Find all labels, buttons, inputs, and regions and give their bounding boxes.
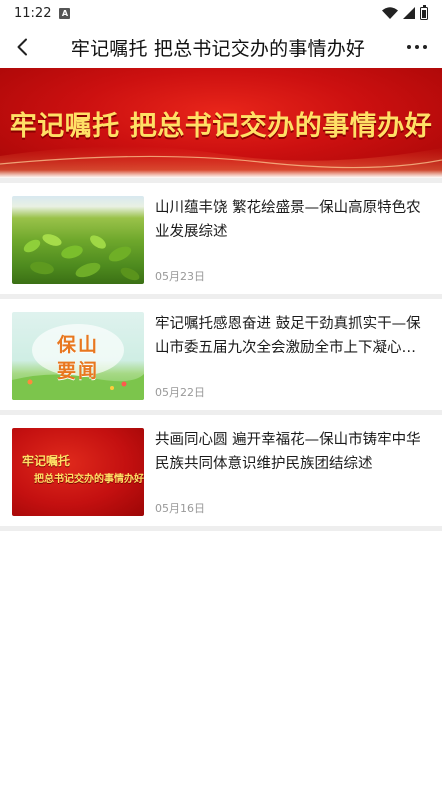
back-button[interactable] (10, 31, 34, 63)
article-thumbnail (12, 196, 144, 284)
more-button[interactable] (402, 31, 432, 63)
thumb-label-line1: 牢记嘱托 (22, 454, 71, 468)
notification-icon: A (59, 7, 71, 19)
article-date: 05月22日 (155, 386, 205, 399)
chevron-left-icon (17, 38, 27, 56)
article-title: 山川蕴丰饶 繁花绘盛景—保山高原特色农业发展综述 (155, 200, 421, 240)
article-thumbnail: 牢记嘱托 把总书记交办的事情办好 (12, 428, 144, 516)
article-date: 05月16日 (155, 502, 205, 515)
battery-icon (420, 4, 428, 20)
article-text: 山川蕴丰饶 繁花绘盛景—保山高原特色农业发展综述 05月23日 (155, 196, 430, 284)
tea-field-image (23, 234, 140, 281)
wifi-icon (382, 7, 398, 19)
list-item[interactable]: 保山 要闻 牢记嘱托感恩奋进 鼓足干劲真抓实干—保山市委五届九次全会激励全市上下… (0, 299, 442, 415)
thumb-label-line1: 保山 (56, 334, 99, 356)
page-title: 牢记嘱托 把总书记交办的事情办好 (70, 37, 366, 60)
status-right (382, 4, 428, 20)
more-dot (423, 45, 427, 49)
banner-title: 牢记嘱托 把总书记交办的事情办好 (9, 111, 433, 142)
status-bar: 11:22 A (0, 0, 442, 26)
nav-bar: 牢记嘱托 把总书记交办的事情办好 (0, 26, 442, 68)
header-banner: 牢记嘱托 把总书记交办的事情办好 (0, 68, 442, 178)
signal-icon (403, 7, 415, 19)
article-text: 牢记嘱托感恩奋进 鼓足干劲真抓实干—保山市委五届九次全会激励全市上下凝心聚力 0… (155, 312, 430, 400)
banner-fade (0, 170, 442, 178)
list-item[interactable]: 牢记嘱托 把总书记交办的事情办好 共画同心圆 遍开幸福花—保山市铸牢中华民族共同… (0, 415, 442, 531)
article-date: 05月23日 (155, 270, 205, 283)
article-title: 共画同心圆 遍开幸福花—保山市铸牢中华民族共同体意识维护民族团结综述 (155, 432, 421, 472)
status-time: 11:22 (14, 5, 52, 21)
more-dot (415, 45, 419, 49)
thumb-label-line2: 把总书记交办的事情办好 (34, 474, 144, 485)
article-list: 山川蕴丰饶 繁花绘盛景—保山高原特色农业发展综述 05月23日 保山 要闻 牢记… (0, 178, 442, 531)
article-thumbnail: 保山 要闻 (12, 312, 144, 400)
article-text: 共画同心圆 遍开幸福花—保山市铸牢中华民族共同体意识维护民族团结综述 05月16… (155, 428, 430, 516)
thumb-label-line2: 要闻 (56, 360, 99, 382)
article-title: 牢记嘱托感恩奋进 鼓足干劲真抓实干—保山市委五届九次全会激励全市上下凝心聚力 (155, 316, 421, 356)
status-left: 11:22 A (14, 5, 71, 21)
more-dots-icon (407, 45, 411, 49)
list-item[interactable]: 山川蕴丰饶 繁花绘盛景—保山高原特色农业发展综述 05月23日 (0, 178, 442, 299)
